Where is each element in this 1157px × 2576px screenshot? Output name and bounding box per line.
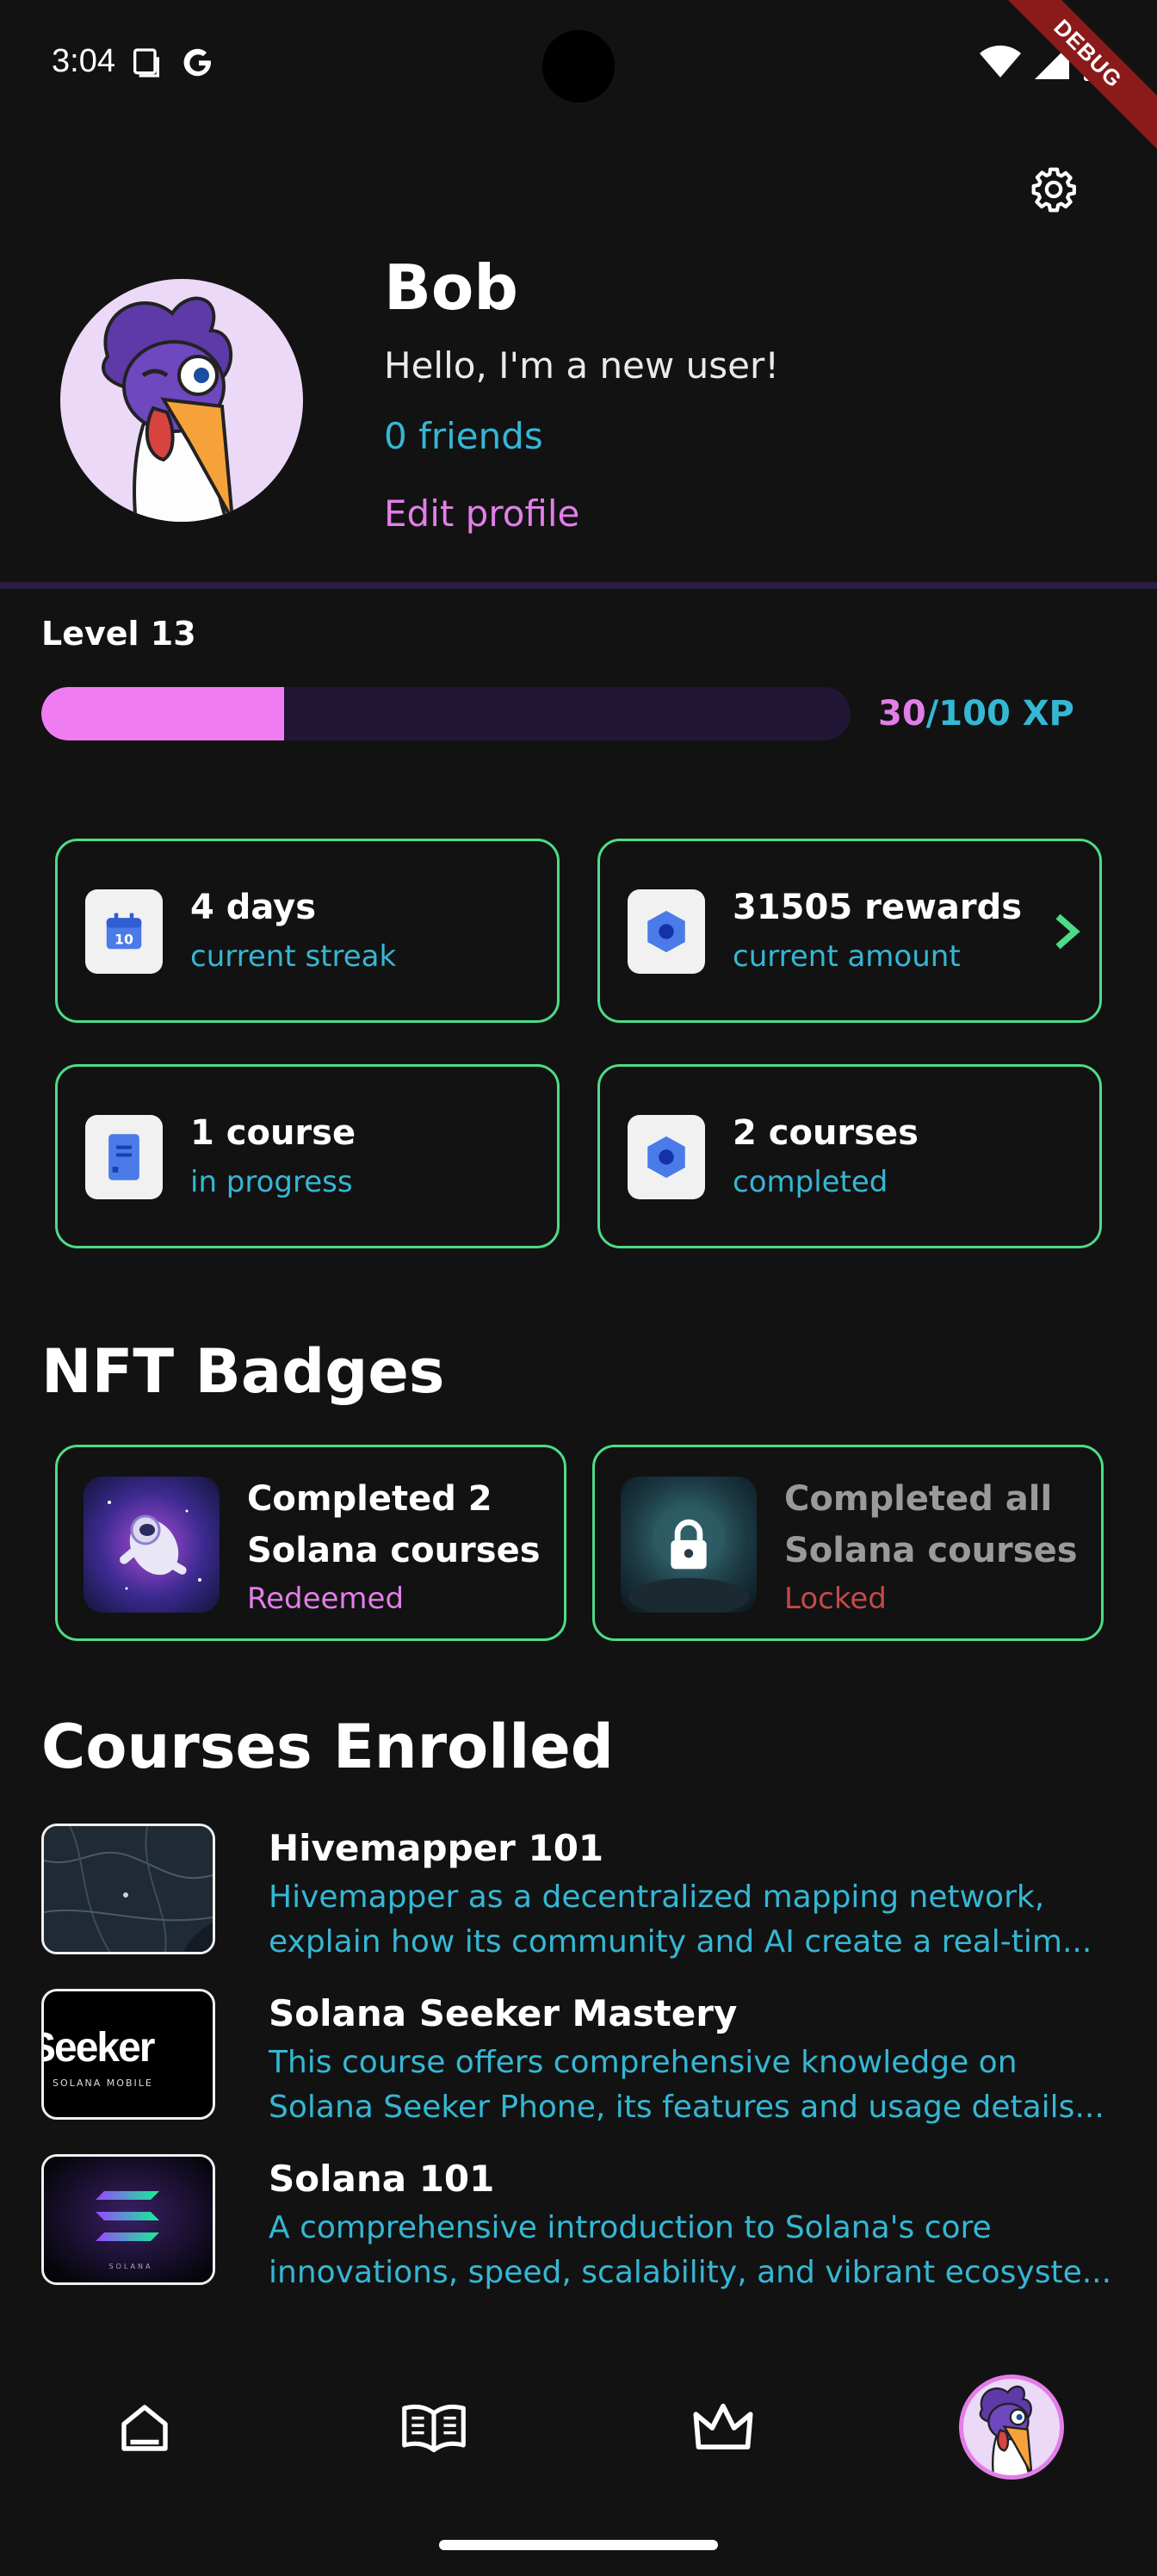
in-progress-card: 1 course in progress [55, 1064, 560, 1248]
solana-logo-label: SOLANA [109, 2263, 153, 2270]
course-description: This course offers comprehensive knowled… [269, 2040, 1121, 2130]
course-thumbnail [41, 1824, 215, 1954]
completed-card: 2 courses completed [597, 1064, 1102, 1248]
bird-mascot-icon [102, 296, 234, 522]
book-icon [85, 1115, 163, 1199]
nav-leaderboard[interactable] [689, 2393, 758, 2462]
wifi-icon [980, 45, 1021, 77]
badge-status: Locked [784, 1582, 887, 1616]
chevron-right-icon [1055, 913, 1080, 950]
course-description-line: explain how its community and AI create … [269, 1924, 1092, 1960]
course-description-line: This course offers comprehensive knowled… [269, 2045, 1018, 2080]
course-description: A comprehensive introduction to Solana's… [269, 2206, 1121, 2295]
stat-subtitle: in progress [190, 1165, 353, 1199]
google-icon [183, 48, 211, 77]
screenshot-icon [133, 48, 159, 77]
hexagon-icon [628, 1115, 705, 1199]
xp-current: 30 [878, 694, 926, 734]
streak-card: 10 4 days current streak [55, 839, 560, 1023]
book-open-icon [402, 2404, 466, 2453]
xp-total: /100 XP [925, 694, 1074, 734]
solana-mobile-label: SOLANA MOBILE [53, 2078, 153, 2089]
course-description-line: Solana Seeker Phone, its features and us… [269, 2090, 1104, 2125]
lock-icon [671, 1519, 707, 1570]
settings-gear-icon[interactable] [1030, 165, 1078, 214]
status-time: 3:04 [52, 43, 115, 79]
nav-courses[interactable] [399, 2393, 468, 2462]
course-description-line: innovations, speed, scalability, and vib… [269, 2255, 1112, 2290]
badge-title: Completed all Solana courses [784, 1479, 1078, 1570]
profile-bio: Hello, I'm a new user! [384, 344, 780, 387]
stat-title: 1 course [190, 1113, 356, 1153]
course-thumbnail: SOLANA [41, 2154, 215, 2285]
course-title: Hivemapper 101 [269, 1827, 604, 1869]
course-description-line: Hivemapper as a decentralized mapping ne… [269, 1879, 1045, 1915]
calendar-icon: 10 [85, 889, 163, 974]
nav-profile-avatar[interactable] [959, 2375, 1064, 2480]
course-description: Hivemapper as a decentralized mapping ne… [269, 1875, 1121, 1965]
rewards-card[interactable]: 31505 rewards current amount [597, 839, 1102, 1023]
nft-badges-heading: NFT Badges [41, 1336, 445, 1407]
stat-title: 4 days [190, 888, 317, 927]
gesture-home-indicator[interactable] [439, 2540, 718, 2550]
xp-progress-fill [41, 687, 284, 740]
badge-card-locked[interactable]: Completed all Solana courses Locked [592, 1445, 1104, 1641]
courses-enrolled-heading: Courses Enrolled [41, 1712, 614, 1782]
profile-avatar[interactable] [60, 279, 303, 522]
edit-profile-link[interactable]: Edit profile [384, 492, 579, 535]
crown-icon [693, 2403, 753, 2450]
course-thumbnail: Seeker SOLANA MOBILE [41, 1989, 215, 2120]
status-left-icons [129, 45, 217, 81]
hexagon-icon [628, 889, 705, 974]
xp-progress-bar [41, 687, 851, 740]
course-title: Solana Seeker Mastery [269, 1992, 738, 2034]
friends-link[interactable]: 0 friends [384, 415, 543, 457]
seeker-logo-text: Seeker [44, 2025, 155, 2071]
nav-home[interactable] [110, 2393, 179, 2462]
camera-cutout [542, 30, 615, 102]
course-title: Solana 101 [269, 2158, 495, 2200]
section-divider [0, 582, 1157, 589]
locked-badge-image [621, 1477, 757, 1613]
badge-title: Completed 2 Solana courses [247, 1479, 541, 1570]
stat-title: 2 courses [733, 1113, 919, 1153]
badge-status: Redeemed [247, 1582, 405, 1616]
stat-subtitle: completed [733, 1165, 888, 1199]
course-description-line: A comprehensive introduction to Solana's… [269, 2210, 992, 2245]
stat-subtitle: current streak [190, 939, 397, 974]
badge-card-redeemed[interactable]: Completed 2 Solana courses Redeemed [55, 1445, 566, 1641]
svg-text:10: 10 [114, 932, 133, 948]
xp-readout: 30/100 XP [878, 694, 1074, 734]
home-icon [121, 2405, 168, 2451]
bird-mascot-icon [979, 2385, 1033, 2475]
astronaut-badge-image [84, 1477, 220, 1613]
level-label: Level 13 [41, 615, 196, 653]
stat-subtitle: current amount [733, 939, 961, 974]
profile-name: Bob [384, 251, 518, 324]
stat-title: 31505 rewards [733, 888, 1023, 927]
